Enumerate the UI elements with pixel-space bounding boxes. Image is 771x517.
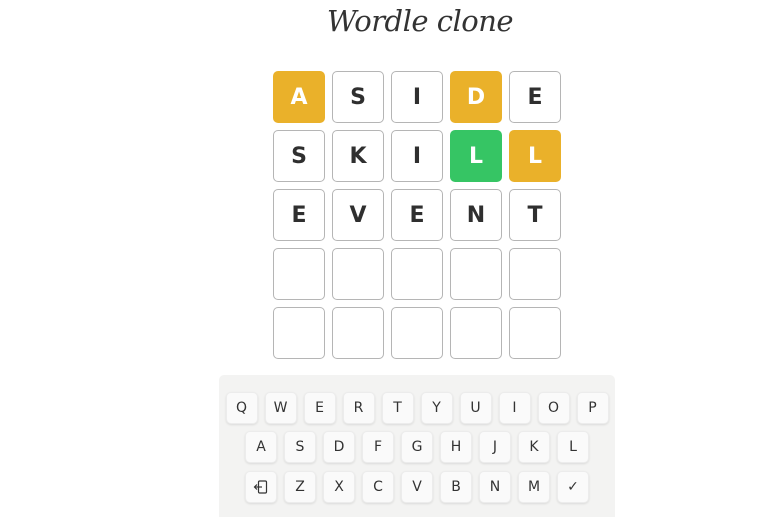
key-o[interactable]: O (537, 392, 570, 424)
keyboard-row-2: A S D F G H J K L (219, 431, 615, 463)
board-tile: I (391, 71, 443, 123)
board-tile: L (450, 130, 502, 182)
key-i[interactable]: I (498, 392, 531, 424)
key-e[interactable]: E (303, 392, 336, 424)
key-z[interactable]: Z (284, 471, 316, 503)
board-tile: N (450, 189, 502, 241)
key-m[interactable]: M (518, 471, 550, 503)
backspace-key[interactable] (245, 471, 277, 503)
board-tile: D (450, 71, 502, 123)
board-tile: V (332, 189, 384, 241)
board-tile: A (273, 71, 325, 123)
board-tile: L (509, 130, 561, 182)
key-b[interactable]: B (440, 471, 472, 503)
backspace-icon (253, 480, 268, 494)
board-tile: E (273, 189, 325, 241)
key-y[interactable]: Y (420, 392, 453, 424)
key-x[interactable]: X (323, 471, 355, 503)
page-title: Wordle clone (326, 4, 514, 38)
board-tile (509, 307, 561, 359)
key-u[interactable]: U (459, 392, 492, 424)
key-g[interactable]: G (401, 431, 433, 463)
board-tile (509, 248, 561, 300)
board-tile (332, 307, 384, 359)
board-tile (273, 248, 325, 300)
board-tile: S (332, 71, 384, 123)
game-board: A S I D E S K I L L E V E N T (273, 71, 561, 359)
board-tile (391, 307, 443, 359)
board-tile (450, 248, 502, 300)
board-tile (332, 248, 384, 300)
key-j[interactable]: J (479, 431, 511, 463)
keyboard-row-3: Z X C V B N M ✓ (219, 471, 615, 503)
board-tile (450, 307, 502, 359)
enter-key[interactable]: ✓ (557, 471, 589, 503)
key-t[interactable]: T (381, 392, 414, 424)
key-d[interactable]: D (323, 431, 355, 463)
wordle-app: Wordle clone A S I D E S K I L L E V E N… (0, 0, 771, 517)
key-r[interactable]: R (342, 392, 375, 424)
key-h[interactable]: H (440, 431, 472, 463)
board-tile: K (332, 130, 384, 182)
key-v[interactable]: V (401, 471, 433, 503)
key-c[interactable]: C (362, 471, 394, 503)
board-tile: E (509, 71, 561, 123)
board-tile (391, 248, 443, 300)
keyboard-row-1: Q W E R T Y U I O P (219, 392, 615, 424)
key-p[interactable]: P (576, 392, 609, 424)
board-tile: I (391, 130, 443, 182)
key-w[interactable]: W (264, 392, 297, 424)
key-l[interactable]: L (557, 431, 589, 463)
key-q[interactable]: Q (225, 392, 258, 424)
board-tile: S (273, 130, 325, 182)
key-s[interactable]: S (284, 431, 316, 463)
key-n[interactable]: N (479, 471, 511, 503)
key-f[interactable]: F (362, 431, 394, 463)
board-tile (273, 307, 325, 359)
on-screen-keyboard: Q W E R T Y U I O P A S D F G H J K L Z … (219, 375, 615, 517)
board-tile: E (391, 189, 443, 241)
board-tile: T (509, 189, 561, 241)
key-a[interactable]: A (245, 431, 277, 463)
key-k[interactable]: K (518, 431, 550, 463)
